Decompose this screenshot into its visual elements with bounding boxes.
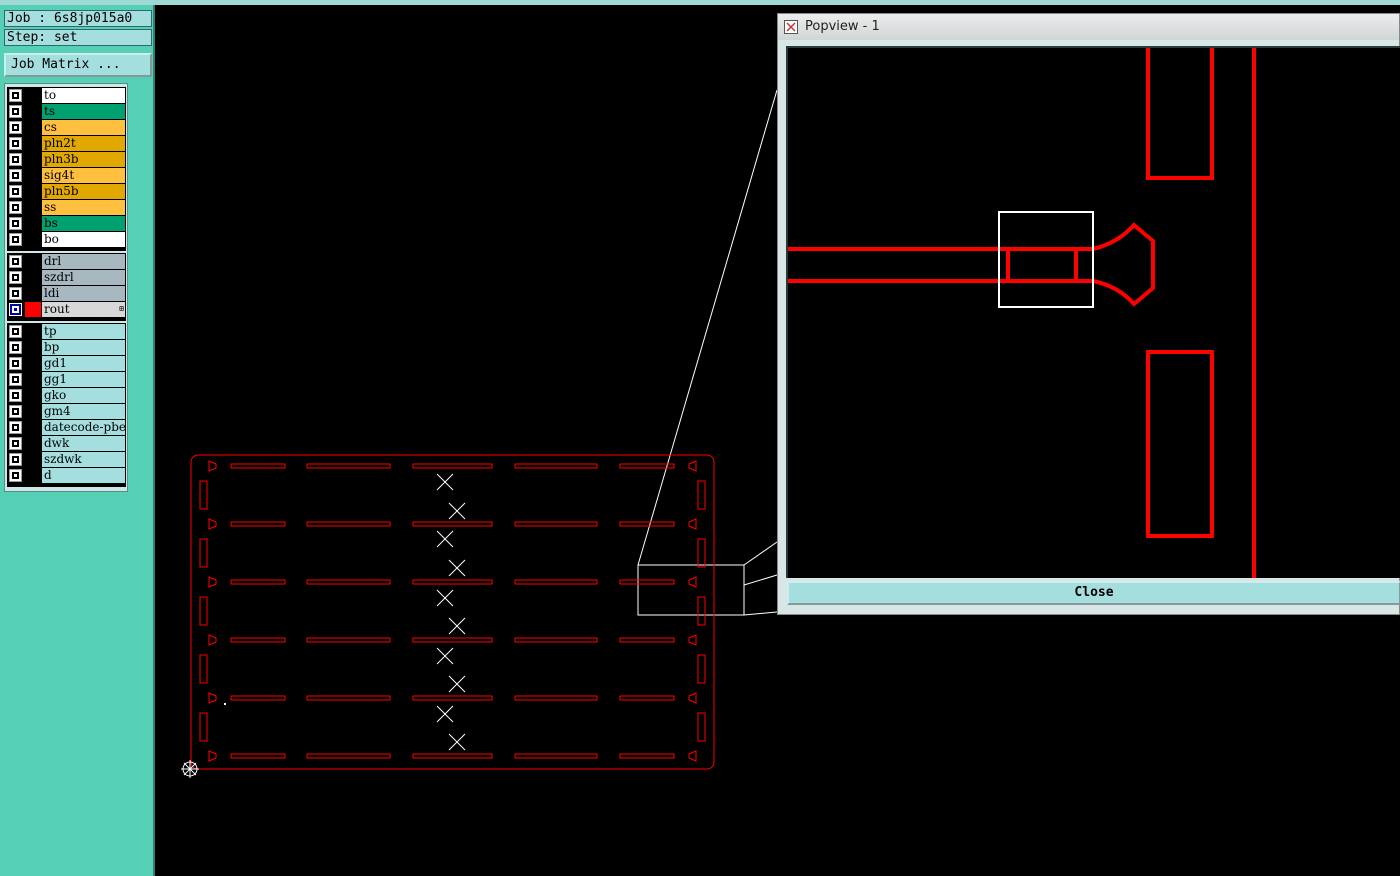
rout-tab-left [208,518,217,530]
rout-slot [514,579,598,585]
rout-slot [230,463,286,469]
rout-slot [306,521,391,527]
rout-side-slot-right [697,712,706,742]
rout-slot [412,463,493,469]
zoom-callout-line-mid [743,541,778,566]
rout-slot [230,521,286,527]
popview-titlebar[interactable]: Popview - 1 [778,14,1399,40]
x-mark-icon [436,647,454,665]
rout-slot [619,579,675,585]
rout-side-slot-left [199,596,208,626]
zoom-cursor-box [998,211,1094,308]
rout-slot [306,695,391,701]
rout-slot [619,463,675,469]
zoom-tab [1006,247,1078,283]
rout-slot [230,637,286,643]
panel-rout-outline [190,454,715,770]
rout-side-slot-right [697,480,706,510]
rout-slot [514,695,598,701]
rout-slot [514,753,598,759]
rout-tab-right [688,576,697,588]
rout-slot [412,579,493,585]
zoom-callout-line-top [637,89,778,566]
rout-tab-right [688,634,697,646]
rout-slot [514,637,598,643]
rout-slot [412,637,493,643]
rout-slot [306,463,391,469]
rout-slot [619,753,675,759]
app-icon [784,20,798,34]
rout-slot [412,753,493,759]
rout-slot [306,753,391,759]
rout-side-slot-right [697,538,706,568]
rout-slot [619,695,675,701]
rout-side-slot-left [199,480,208,510]
x-mark-icon [436,473,454,491]
popview-window: Popview - 1 Close [777,13,1400,615]
origin-marker-icon [181,760,199,778]
rout-slot [306,579,391,585]
x-mark-icon [448,675,466,693]
rout-slot [619,521,675,527]
cursor-dot [224,703,226,705]
popview-canvas[interactable] [786,46,1400,578]
x-mark-icon [448,733,466,751]
fiducial-crosses [436,473,466,751]
rout-side-slot-left [199,654,208,684]
rout-slot [306,637,391,643]
rout-slot [514,521,598,527]
rout-tab-right [688,750,697,762]
rout-side-slot-right [697,596,706,626]
close-button[interactable]: Close [787,581,1400,605]
rout-slot [619,637,675,643]
zoomed-rout-geometry [788,48,1256,578]
rout-tab-left [208,692,217,704]
rout-slot [412,521,493,527]
zoom-slot-top [1146,48,1214,180]
x-mark-icon [448,617,466,635]
x-mark-icon [448,502,466,520]
zoom-callout-line-bottom [743,611,778,616]
rout-slot [230,695,286,701]
x-mark-icon [436,705,454,723]
rout-slot [230,579,286,585]
rout-slot [514,463,598,469]
rout-side-slot-left [199,712,208,742]
rout-tab-right [688,692,697,704]
rout-tab-right [688,460,697,472]
rout-tab-left [208,576,217,588]
rout-slot [412,695,493,701]
rout-tab-left [208,460,217,472]
zoom-bulb [1092,222,1155,307]
rout-side-slot-right [697,654,706,684]
rout-slot [230,753,286,759]
popview-title: Popview - 1 [805,19,880,34]
x-mark-icon [436,530,454,548]
x-mark-icon [448,559,466,577]
rout-tab-right [688,518,697,530]
zoom-callout-line-low [743,574,778,586]
rout-tab-left [208,634,217,646]
rout-tab-left [208,750,217,762]
zoom-region-box [637,564,745,616]
zoom-slot-bottom [1146,350,1214,538]
x-mark-icon [436,589,454,607]
rout-side-slot-left [199,538,208,568]
